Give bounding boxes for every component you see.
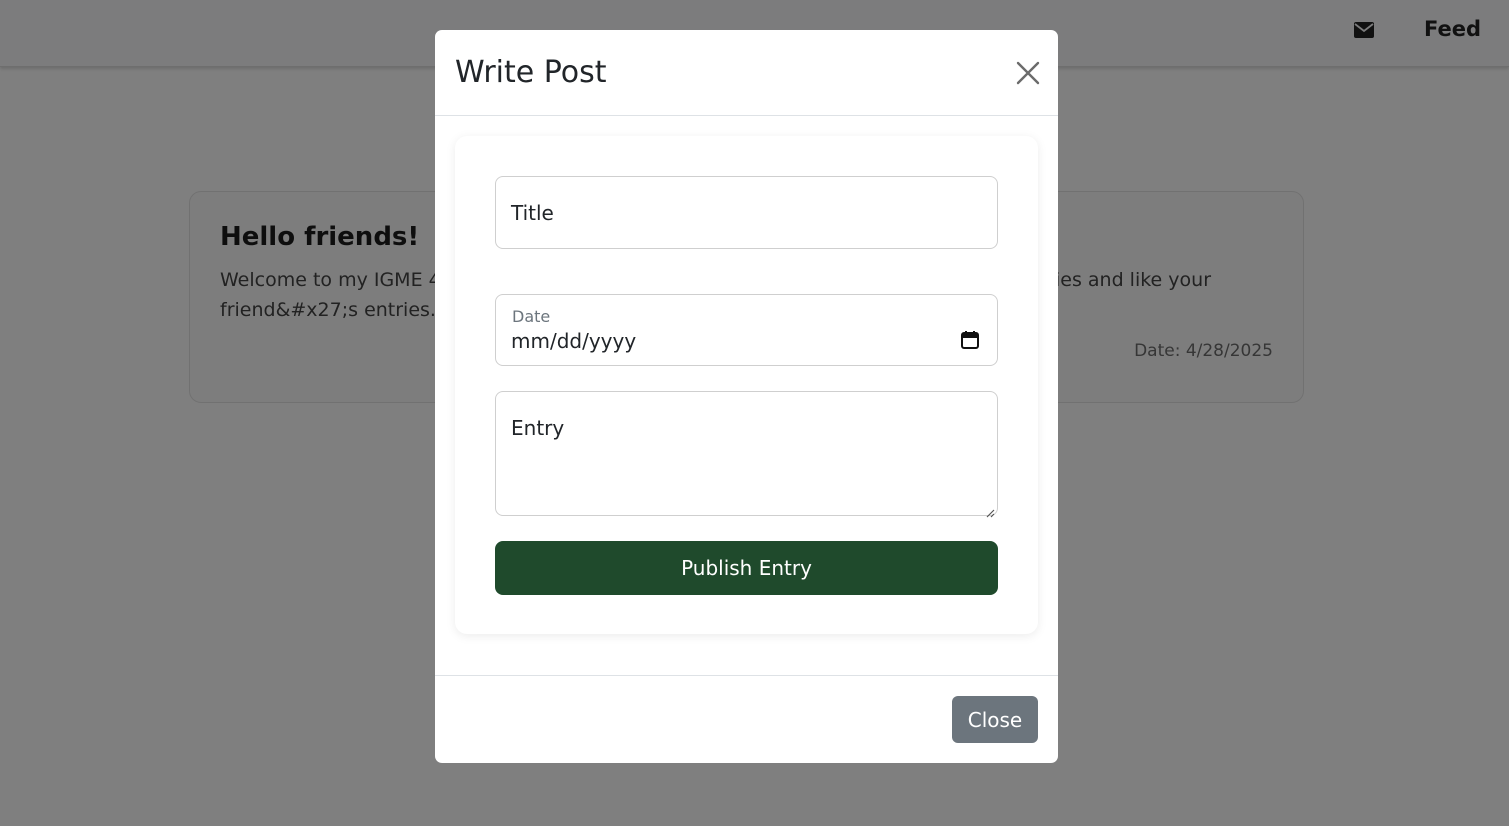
close-icon[interactable] <box>1015 60 1041 86</box>
publish-entry-button[interactable]: Publish Entry <box>495 541 998 595</box>
entry-textarea[interactable]: Entry <box>495 391 998 518</box>
entry-placeholder: Entry <box>511 416 565 440</box>
date-label: Date <box>512 307 551 326</box>
post-form: Title Date mm/dd/yyyy Entry Publish Entr… <box>455 136 1038 634</box>
modal-header: Write Post <box>435 30 1058 116</box>
date-placeholder: mm/dd/yyyy <box>511 329 637 353</box>
modal-title: Write Post <box>455 55 607 90</box>
modal-footer: Close <box>435 675 1058 763</box>
calendar-icon[interactable] <box>960 330 980 350</box>
title-placeholder: Title <box>511 201 554 225</box>
close-button[interactable]: Close <box>952 696 1038 743</box>
resize-handle-icon[interactable] <box>985 503 995 518</box>
write-post-modal: Write Post Title Date mm/dd/yyyy Entry P… <box>435 30 1058 763</box>
title-input[interactable]: Title <box>495 176 998 249</box>
date-input[interactable]: Date mm/dd/yyyy <box>495 294 998 366</box>
